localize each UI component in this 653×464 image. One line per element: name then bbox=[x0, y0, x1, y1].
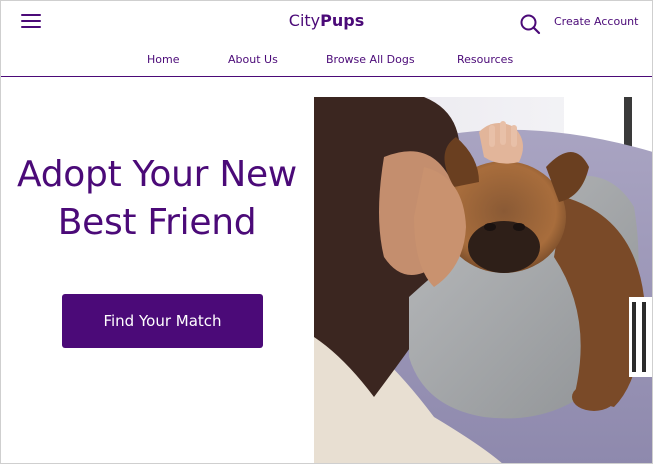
brand-name-part1: City bbox=[288, 11, 321, 30]
hero-image bbox=[314, 97, 652, 463]
main-nav: Home About Us Browse All Dogs Resources bbox=[1, 53, 652, 67]
page: CityPups Create Account Home About Us Br… bbox=[0, 0, 653, 464]
nav-resources[interactable]: Resources bbox=[457, 53, 513, 66]
hero-title: Adopt Your New Best Friend bbox=[1, 151, 313, 247]
create-account-link[interactable]: Create Account bbox=[554, 15, 638, 28]
hero-title-line1: Adopt Your New bbox=[17, 154, 297, 195]
site-header: CityPups Create Account Home About Us Br… bbox=[1, 1, 652, 77]
hero-section: Adopt Your New Best Friend bbox=[1, 151, 313, 247]
nav-about-us[interactable]: About Us bbox=[228, 53, 278, 66]
brand-name-part2: Pups bbox=[320, 11, 365, 30]
nav-browse-all-dogs[interactable]: Browse All Dogs bbox=[326, 53, 415, 66]
search-icon[interactable] bbox=[519, 13, 541, 35]
nav-home[interactable]: Home bbox=[147, 53, 179, 66]
find-your-match-button[interactable]: Find Your Match bbox=[62, 294, 263, 348]
hero-title-line2: Best Friend bbox=[57, 202, 257, 243]
